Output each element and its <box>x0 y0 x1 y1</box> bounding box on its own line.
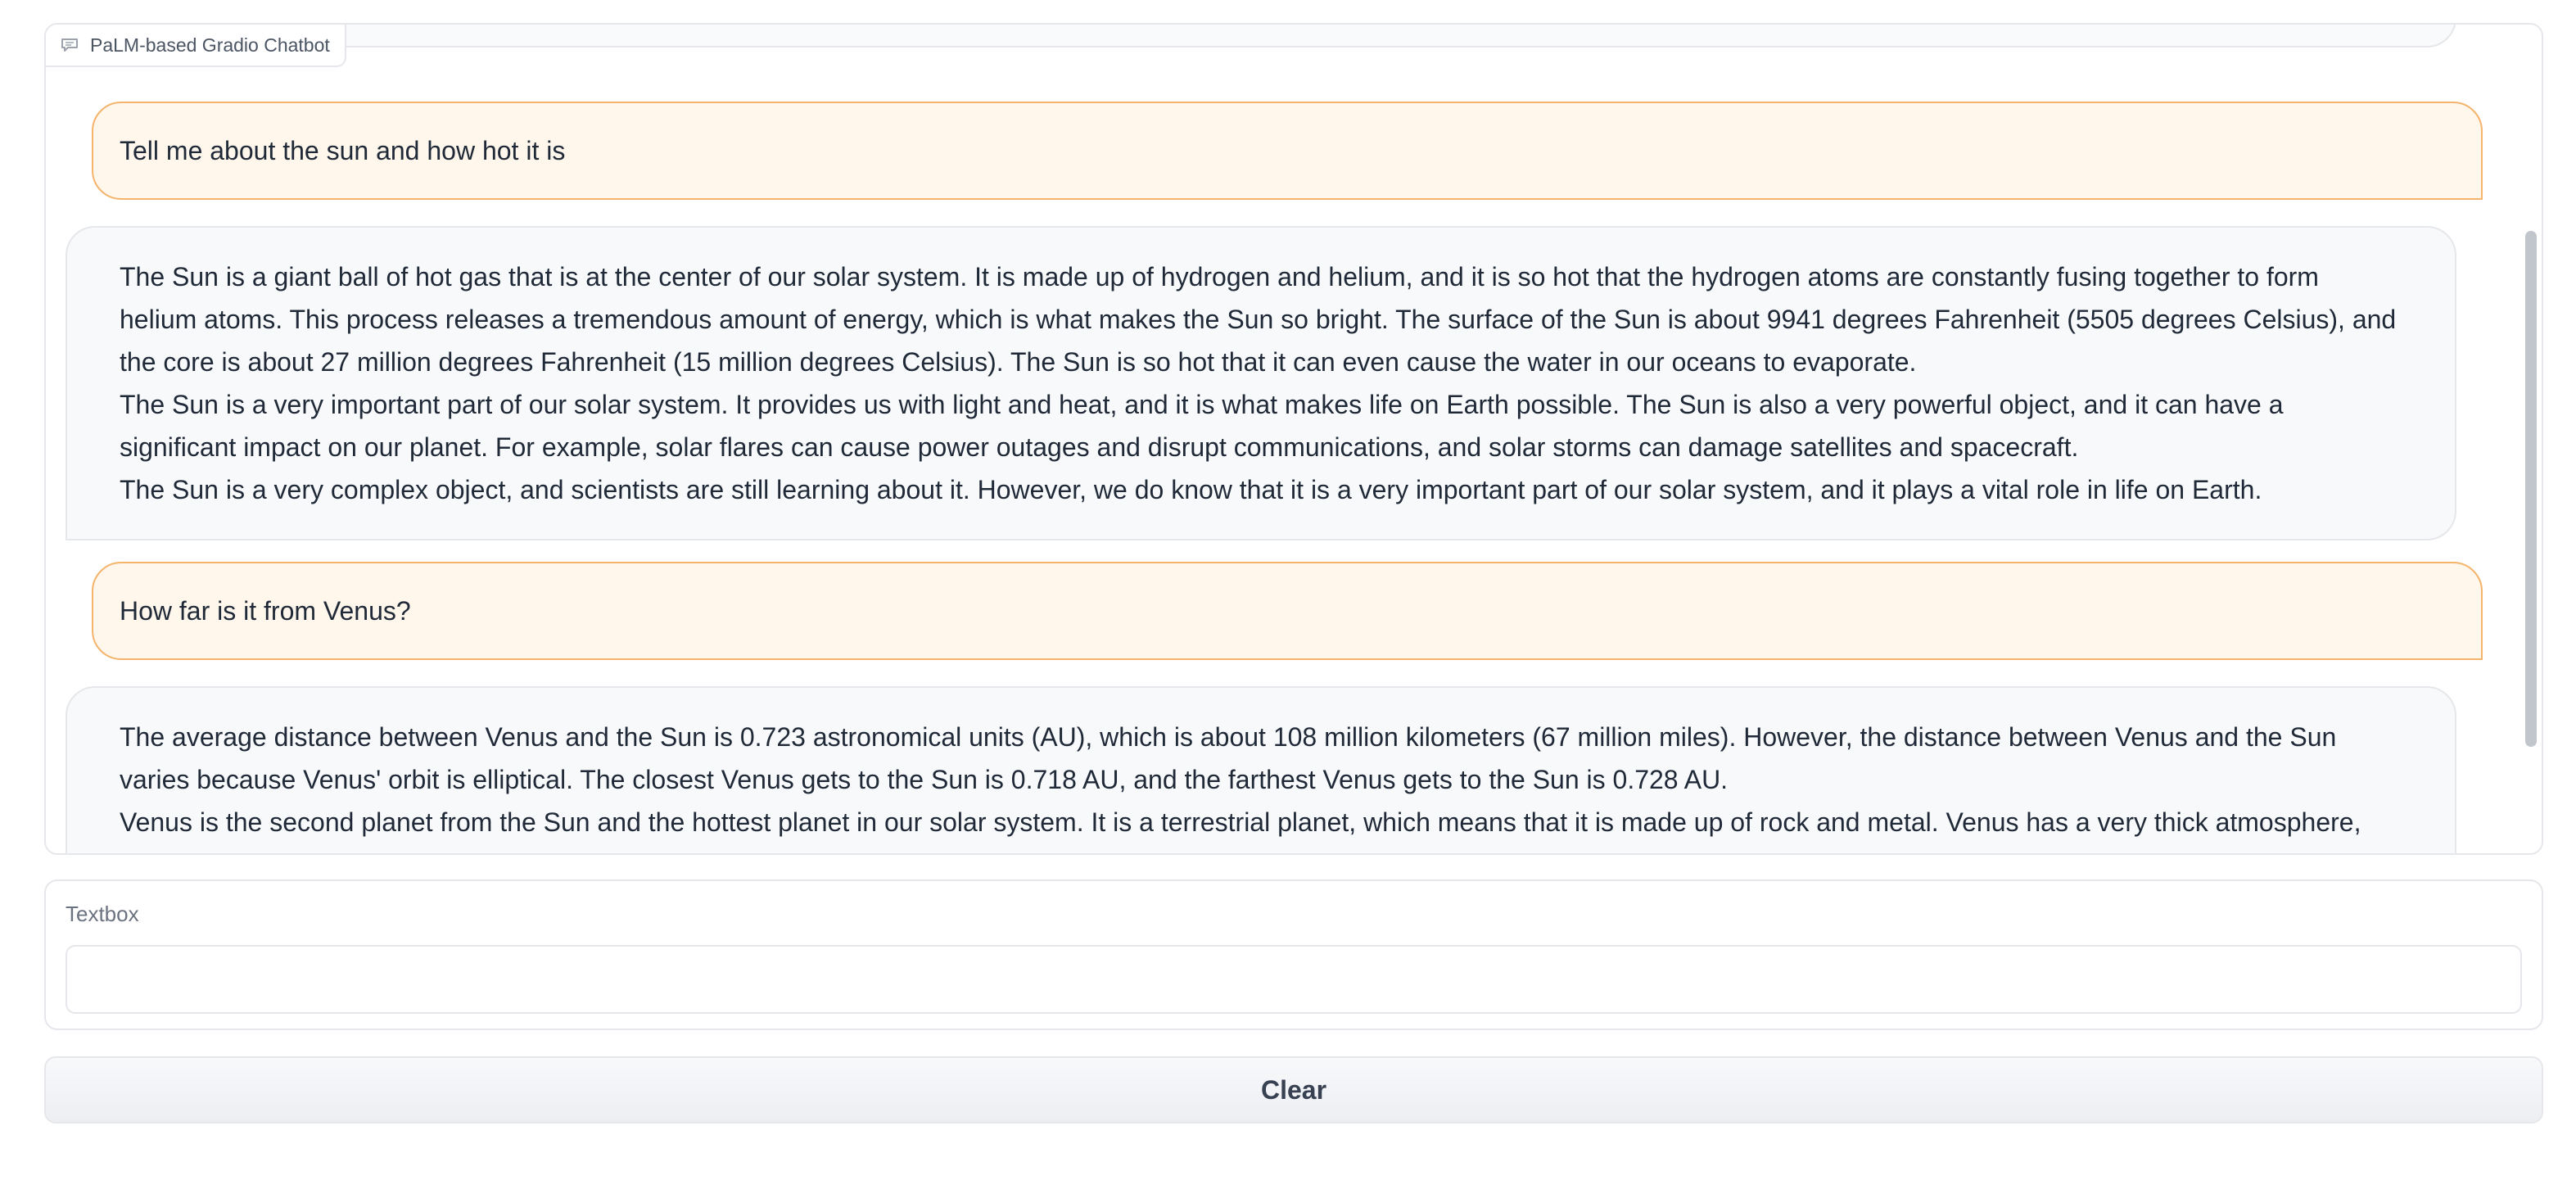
chatbot-label: PaLM-based Gradio Chatbot <box>46 25 346 67</box>
chat-scrollbar-thumb[interactable] <box>2525 231 2537 747</box>
previous-message-edge <box>66 25 2456 47</box>
bot-message: The average distance between Venus and t… <box>66 686 2456 853</box>
message-text: The average distance between Venus and t… <box>120 722 2337 794</box>
message-text: Tell me about the sun and how hot it is <box>120 136 566 165</box>
textbox-label: Textbox <box>66 902 139 926</box>
bot-message: The Sun is a giant ball of hot gas that … <box>66 226 2456 540</box>
message-text: The Sun is a giant ball of hot gas that … <box>120 262 2397 377</box>
chatbot-label-text: PaLM-based Gradio Chatbot <box>90 34 330 56</box>
chat-icon <box>61 38 78 52</box>
message-text: The Sun is a very complex object, and sc… <box>120 475 2262 504</box>
user-message: Tell me about the sun and how hot it is <box>92 102 2483 200</box>
user-message: How far is it from Venus? <box>92 562 2483 660</box>
message-text: Venus is the second planet from the Sun … <box>120 807 2361 853</box>
chatbot-panel: PaLM-based Gradio Chatbot Tell me about … <box>44 23 2543 855</box>
message-input[interactable] <box>66 945 2522 1014</box>
message-text: The Sun is a very important part of our … <box>120 390 2284 462</box>
textbox-block: Textbox <box>44 879 2543 1030</box>
chat-message-list[interactable]: Tell me about the sun and how hot it is … <box>46 25 2524 853</box>
clear-button[interactable]: Clear <box>44 1056 2543 1123</box>
message-text: How far is it from Venus? <box>120 596 411 626</box>
